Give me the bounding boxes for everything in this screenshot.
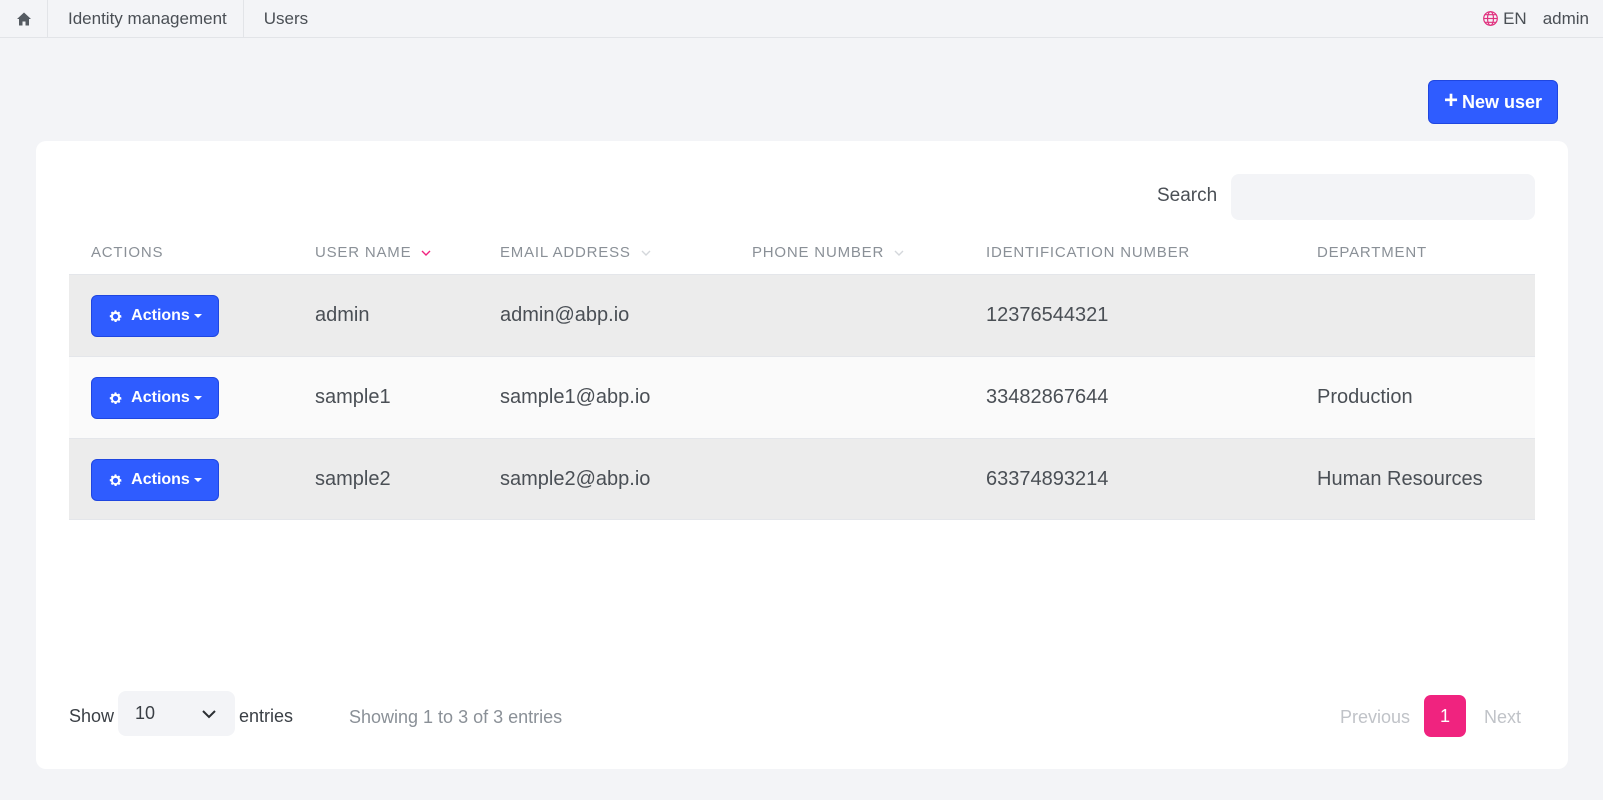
sort-icon (641, 250, 651, 256)
cell-identification-number: 33482867644 (986, 386, 1109, 408)
actions-label: Actions (131, 389, 190, 406)
new-user-label: New user (1461, 91, 1543, 112)
cell-email: sample2@abp.io (500, 468, 651, 490)
table-row: Actions sample2 sample2@abp.io 633748932… (69, 438, 1535, 520)
cell-email: sample1@abp.io (500, 386, 651, 408)
caret-down-icon (193, 396, 202, 400)
cell-department: Production (1317, 386, 1413, 408)
cell-email: admin@abp.io (500, 304, 630, 326)
breadcrumb-users: Users (263, 8, 309, 28)
actions-dropdown-button[interactable]: Actions (91, 377, 219, 419)
globe-icon (1483, 11, 1498, 26)
show-label: Show (69, 706, 115, 726)
home-icon (16, 12, 31, 25)
column-header-department[interactable]: DEPARTMENT (1317, 244, 1427, 261)
language-label: EN (1503, 8, 1527, 28)
page-length-value: 10 (135, 703, 156, 723)
gear-icon (109, 309, 122, 322)
column-header-identification-number[interactable]: IDENTIFICATION NUMBER (986, 244, 1190, 261)
cell-identification-number: 12376544321 (986, 304, 1109, 326)
column-header-phone-number[interactable]: PHONE NUMBER (752, 244, 904, 261)
entries-label: entries (239, 706, 294, 726)
chevron-down-icon (202, 709, 216, 718)
users-table-card: Search ACTIONS USER NAME EMAIL ADDRESS P… (36, 141, 1568, 769)
pagination-next[interactable]: Next (1484, 707, 1521, 728)
plus-icon: + (1443, 87, 1458, 114)
pagination-previous[interactable]: Previous (1340, 707, 1410, 728)
table-row: Actions admin admin@abp.io 12376544321 (69, 274, 1535, 356)
actions-label: Actions (131, 307, 190, 324)
gear-icon (109, 473, 122, 486)
column-header-user-name[interactable]: USER NAME (315, 244, 431, 261)
cell-department: Human Resources (1317, 468, 1483, 490)
cell-username: sample2 (315, 468, 391, 490)
caret-down-icon (193, 314, 202, 318)
gear-icon (109, 391, 122, 404)
sort-descending-icon (421, 250, 431, 256)
new-user-button[interactable]: + New user (1428, 80, 1558, 124)
actions-dropdown-button[interactable]: Actions (91, 295, 219, 337)
top-bar: Identity management Users EN admin (0, 0, 1603, 38)
search-input[interactable] (1231, 174, 1535, 220)
table-row: Actions sample1 sample1@abp.io 334828676… (69, 356, 1535, 438)
cell-username: admin (315, 304, 370, 326)
language-selector[interactable]: EN (1482, 9, 1527, 29)
user-menu[interactable]: admin (1543, 9, 1589, 29)
table-bottom-border (69, 519, 1535, 520)
caret-down-icon (193, 478, 202, 482)
cell-identification-number: 63374893214 (986, 468, 1109, 490)
actions-dropdown-button[interactable]: Actions (91, 459, 219, 501)
breadcrumb-identity-management[interactable]: Identity management (48, 0, 244, 37)
page-length-select[interactable]: 10 (118, 691, 235, 736)
cell-username: sample1 (315, 386, 391, 408)
column-header-actions: ACTIONS (91, 244, 164, 261)
pagination-page-1[interactable]: 1 (1424, 695, 1466, 737)
sort-icon (894, 250, 904, 256)
table-header: ACTIONS USER NAME EMAIL ADDRESS PHONE NU… (69, 234, 1535, 274)
home-button[interactable] (0, 0, 48, 37)
actions-label: Actions (131, 471, 190, 488)
column-header-email-address[interactable]: EMAIL ADDRESS (500, 244, 651, 261)
search-label: Search (1157, 185, 1218, 206)
table-info: Showing 1 to 3 of 3 entries (349, 707, 563, 727)
